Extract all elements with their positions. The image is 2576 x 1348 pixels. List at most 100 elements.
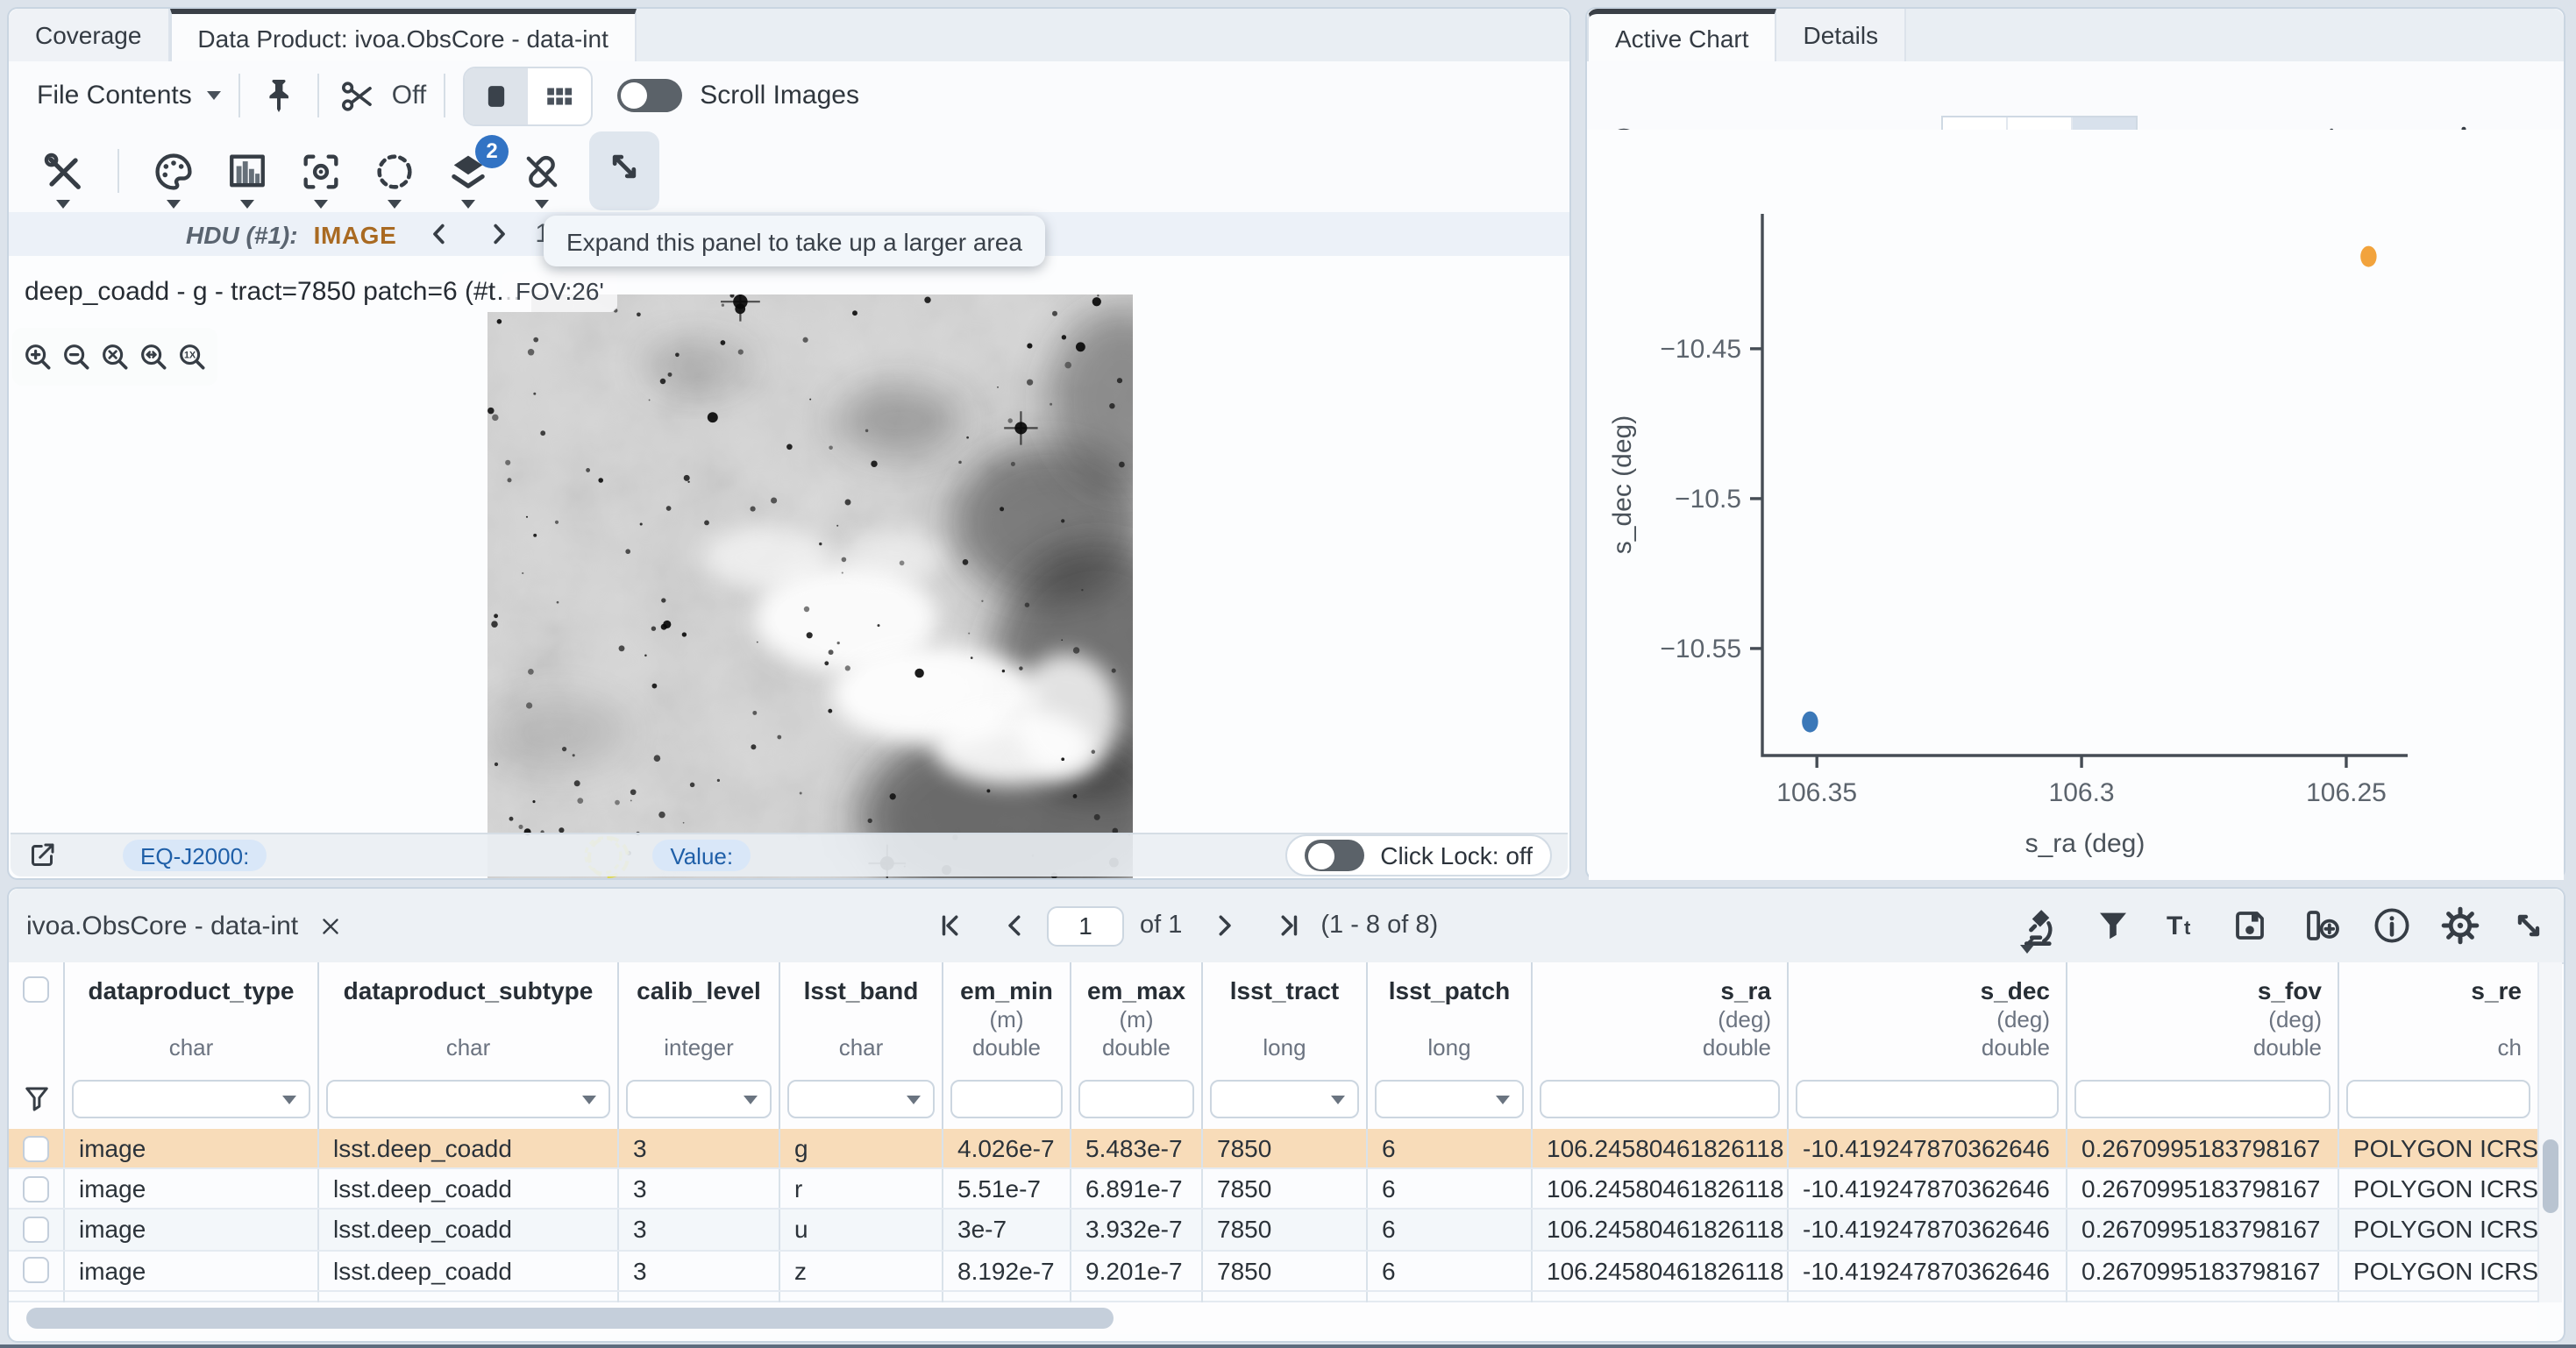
table-filter-button[interactable] bbox=[2092, 905, 2134, 947]
single-view-button[interactable] bbox=[465, 67, 528, 124]
column-filter-input[interactable] bbox=[2074, 1080, 2330, 1118]
zoom-fit-button[interactable] bbox=[98, 340, 132, 373]
expand-panel-button[interactable] bbox=[589, 131, 659, 210]
tab-active-chart[interactable]: Active Chart bbox=[1587, 9, 1777, 63]
previous-hdu-button[interactable] bbox=[426, 221, 452, 247]
fits-image[interactable] bbox=[487, 294, 1133, 878]
table-cell: 106.24580461826118 bbox=[1533, 1129, 1789, 1167]
table-tab[interactable]: ivoa.ObsCore - data-int bbox=[26, 889, 344, 962]
hdu-type-label: IMAGE bbox=[314, 220, 397, 248]
add-column-button[interactable] bbox=[2297, 905, 2345, 947]
text-view-button[interactable]: Tt bbox=[2160, 905, 2202, 947]
table-row[interactable]: imagelsst.deep_coadd3z8.192e-79.201e-778… bbox=[9, 1251, 2539, 1291]
next-page-button[interactable] bbox=[1208, 910, 1240, 941]
tab-coverage[interactable]: Coverage bbox=[9, 9, 169, 61]
chart-tabbar: Active Chart Details bbox=[1587, 9, 2564, 63]
column-header-lsst_patch[interactable]: lsst_patchlong bbox=[1368, 962, 1533, 1129]
table-cell: POLYGON ICRS 10 bbox=[2339, 1169, 2539, 1208]
table-info-button[interactable] bbox=[2371, 905, 2413, 947]
image-tools-button[interactable] bbox=[40, 148, 86, 194]
table-cell: z bbox=[780, 1251, 943, 1289]
pin-button[interactable] bbox=[259, 74, 301, 117]
table-row-partial[interactable] bbox=[9, 1292, 2539, 1302]
stretch-histogram-button[interactable] bbox=[224, 148, 270, 194]
select-region-button[interactable] bbox=[372, 148, 417, 194]
table-cell: image bbox=[65, 1210, 319, 1249]
table-save-button[interactable] bbox=[2229, 905, 2271, 947]
page-number-input[interactable] bbox=[1047, 905, 1124, 946]
column-header-lsst_tract[interactable]: lsst_tractlong bbox=[1203, 962, 1368, 1129]
zoom-1x-button[interactable]: 1X bbox=[175, 340, 209, 373]
color-palette-button[interactable] bbox=[151, 148, 196, 194]
column-filter-input[interactable] bbox=[950, 1080, 1063, 1118]
table-horizontal-scrollbar[interactable] bbox=[11, 1302, 2537, 1334]
chevron-down-icon bbox=[907, 1096, 921, 1104]
table-cell: image bbox=[65, 1251, 319, 1289]
table-settings-button[interactable] bbox=[2439, 905, 2481, 947]
inspect-button[interactable] bbox=[2017, 905, 2066, 947]
recenter-button[interactable] bbox=[298, 148, 344, 194]
row-checkbox[interactable] bbox=[23, 1176, 49, 1203]
column-filter-input[interactable] bbox=[1796, 1080, 2059, 1118]
click-lock-toggle[interactable]: Click Lock: off bbox=[1285, 834, 1552, 876]
zoom-in-button[interactable] bbox=[21, 340, 54, 373]
column-filter-input[interactable] bbox=[1540, 1080, 1780, 1118]
close-icon[interactable] bbox=[317, 912, 344, 939]
column-filter-input[interactable] bbox=[2346, 1080, 2530, 1118]
chevron-down-icon bbox=[1331, 1096, 1345, 1104]
grid-view-button[interactable] bbox=[528, 67, 591, 124]
column-filter-input[interactable] bbox=[72, 1080, 310, 1118]
column-header-s_fov[interactable]: s_fov(deg)double bbox=[2067, 962, 2339, 1129]
unlink-button[interactable] bbox=[519, 148, 565, 194]
previous-page-button[interactable] bbox=[1000, 910, 1031, 941]
column-filter-input[interactable] bbox=[1210, 1080, 1359, 1118]
column-header-lsst_band[interactable]: lsst_bandchar bbox=[780, 962, 943, 1129]
column-filter-input[interactable] bbox=[626, 1080, 772, 1118]
column-header-s_re[interactable]: s_rech bbox=[2339, 962, 2539, 1129]
table-row[interactable]: imagelsst.deep_coadd3u3e-73.932e-7785061… bbox=[9, 1210, 2539, 1251]
scrollbar-thumb[interactable] bbox=[2543, 1139, 2558, 1213]
first-page-button[interactable] bbox=[935, 910, 966, 941]
tab-details[interactable]: Details bbox=[1777, 9, 1907, 61]
last-page-button[interactable] bbox=[1273, 910, 1305, 941]
layers-button[interactable]: 2 bbox=[445, 148, 491, 194]
divider bbox=[318, 74, 320, 117]
select-all-checkbox[interactable] bbox=[23, 976, 49, 1003]
table-cell: 5.483e-7 bbox=[1071, 1129, 1203, 1167]
chevron-down-icon bbox=[56, 199, 70, 208]
column-header-dataproduct_type[interactable]: dataproduct_typechar bbox=[65, 962, 319, 1129]
table-vertical-scrollbar[interactable] bbox=[2537, 962, 2562, 1302]
tab-data-product[interactable]: Data Product: ivoa.ObsCore - data-int bbox=[169, 9, 636, 63]
column-header-s_dec[interactable]: s_dec(deg)double bbox=[1789, 962, 2067, 1129]
column-filter-input[interactable] bbox=[1078, 1080, 1194, 1118]
row-checkbox[interactable] bbox=[23, 1135, 49, 1161]
table-cell: 7850 bbox=[1203, 1251, 1368, 1289]
row-checkbox[interactable] bbox=[23, 1217, 49, 1243]
column-header-calib_level[interactable]: calib_levelinteger bbox=[619, 962, 780, 1129]
column-header-em_max[interactable]: em_max(m)double bbox=[1071, 962, 1203, 1129]
column-filter-input[interactable] bbox=[326, 1080, 610, 1118]
crop-toggle-button[interactable]: Off bbox=[338, 74, 426, 117]
zoom-fill-button[interactable] bbox=[137, 340, 170, 373]
column-header-dataproduct_subtype[interactable]: dataproduct_subtypechar bbox=[319, 962, 619, 1129]
table-expand-button[interactable] bbox=[2508, 905, 2550, 947]
scroll-images-toggle[interactable] bbox=[617, 79, 682, 112]
file-contents-dropdown[interactable]: File Contents bbox=[37, 81, 222, 110]
table-row[interactable]: imagelsst.deep_coadd3g4.026e-75.483e-778… bbox=[9, 1129, 2539, 1169]
scrollbar-thumb[interactable] bbox=[26, 1308, 1114, 1329]
zoom-out-button[interactable] bbox=[60, 340, 93, 373]
table-cell: 5.51e-7 bbox=[943, 1169, 1071, 1208]
table-cell: image bbox=[65, 1169, 319, 1208]
column-filter-input[interactable] bbox=[787, 1080, 935, 1118]
column-filter-input[interactable] bbox=[1375, 1080, 1524, 1118]
scatter-chart[interactable]: 106.35106.3106.25−10.45−10.5−10.55s_ra (… bbox=[1589, 130, 2564, 880]
image-title: deep_coadd - g - tract=7850 patch=6 (#t… bbox=[16, 272, 530, 312]
column-header-em_min[interactable]: em_min(m)double bbox=[943, 962, 1071, 1129]
column-header-s_ra[interactable]: s_ra(deg)double bbox=[1533, 962, 1789, 1129]
external-link-button[interactable] bbox=[26, 840, 58, 871]
row-checkbox[interactable] bbox=[23, 1257, 49, 1283]
chevron-down-icon bbox=[208, 91, 222, 100]
table-row[interactable]: imagelsst.deep_coadd3r5.51e-76.891e-7785… bbox=[9, 1169, 2539, 1210]
click-lock-label: Click Lock: off bbox=[1380, 841, 1533, 869]
next-hdu-button[interactable] bbox=[486, 221, 512, 247]
